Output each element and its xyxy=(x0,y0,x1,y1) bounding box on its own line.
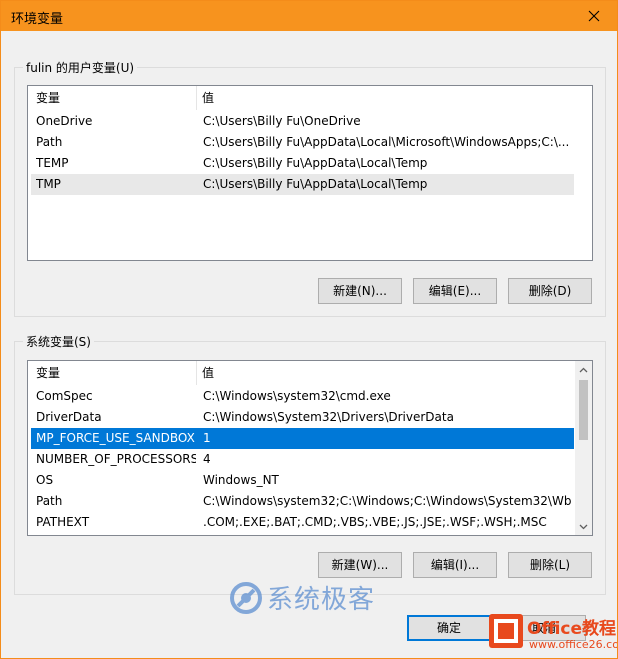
environment-variables-dialog: 环境变量 fulin 的用户变量(U) 变量 值 OneDrive C:\Use… xyxy=(0,0,618,659)
watermark-site-logo: 系统极客 xyxy=(229,579,375,616)
variable-name: OS xyxy=(36,473,54,487)
variable-value: C:\Users\Billy Fu\AppData\Local\Temp xyxy=(203,156,428,170)
table-row[interactable]: PATHEXT .COM;.EXE;.BAT;.CMD;.VBS;.VBE;.J… xyxy=(31,512,574,533)
variable-name: TEMP xyxy=(36,156,69,170)
variable-name: PATHEXT xyxy=(36,515,90,529)
variable-value: C:\Windows\system32;C:\Windows;C:\Window… xyxy=(203,494,571,508)
office-logo-icon xyxy=(489,614,523,648)
table-row[interactable]: OneDrive C:\Users\Billy Fu\OneDrive xyxy=(31,111,574,132)
variable-value: C:\Windows\System32\Drivers\DriverData xyxy=(203,410,454,424)
variable-value: C:\Windows\system32\cmd.exe xyxy=(203,389,391,403)
watermark-office: Office教程网 www.office26.com xyxy=(489,612,617,656)
table-row[interactable]: NUMBER_OF_PROCESSORS 4 xyxy=(31,449,574,470)
watermark-text: 系统极客 xyxy=(267,585,376,615)
scroll-down-button[interactable] xyxy=(575,518,592,535)
variable-value: 1 xyxy=(203,431,211,445)
column-header-value[interactable]: 值 xyxy=(196,86,579,110)
variable-name: Path xyxy=(36,494,63,508)
variable-name: Path xyxy=(36,135,63,149)
variable-name: DriverData xyxy=(36,410,102,424)
variable-name: OneDrive xyxy=(36,114,93,128)
scroll-up-button[interactable] xyxy=(575,361,592,378)
system-variables-label: 系统变量(S) xyxy=(23,333,94,350)
close-button[interactable] xyxy=(571,1,617,31)
variable-value: C:\Users\Billy Fu\OneDrive xyxy=(203,114,361,128)
scrollbar-thumb[interactable] xyxy=(579,380,588,440)
variable-value: Windows_NT xyxy=(203,473,279,487)
column-header-value[interactable]: 值 xyxy=(196,361,579,385)
close-icon xyxy=(588,10,600,22)
watermark-office-url: www.office26.com xyxy=(529,638,617,651)
user-new-button[interactable]: 新建(N)... xyxy=(318,278,402,304)
table-row[interactable]: ComSpec C:\Windows\system32\cmd.exe xyxy=(31,386,574,407)
table-row[interactable]: Path C:\Users\Billy Fu\AppData\Local\Mic… xyxy=(31,132,574,153)
column-header-variable[interactable]: 变量 xyxy=(31,86,196,110)
variable-name: NUMBER_OF_PROCESSORS xyxy=(36,452,196,466)
system-variables-group: 系统变量(S) 变量 值 ComSpec C:\Windows\system32… xyxy=(14,333,606,595)
title-bar[interactable]: 环境变量 xyxy=(1,1,617,31)
user-list-header: 变量 值 xyxy=(28,86,592,110)
table-row-selected[interactable]: MP_FORCE_USE_SANDBOX 1 xyxy=(31,428,574,449)
variable-value: C:\Users\Billy Fu\AppData\Local\Temp xyxy=(203,177,428,191)
system-edit-button[interactable]: 编辑(I)... xyxy=(413,552,497,578)
table-row[interactable]: DriverData C:\Windows\System32\Drivers\D… xyxy=(31,407,574,428)
user-edit-button[interactable]: 编辑(E)... xyxy=(413,278,497,304)
table-row[interactable]: TMP C:\Users\Billy Fu\AppData\Local\Temp xyxy=(31,174,574,195)
site-logo-icon xyxy=(230,581,262,614)
variable-name: ComSpec xyxy=(36,389,93,403)
table-row[interactable]: OS Windows_NT xyxy=(31,470,574,491)
chevron-down-icon xyxy=(579,524,588,529)
variable-name: MP_FORCE_USE_SANDBOX xyxy=(36,431,195,445)
window-title: 环境变量 xyxy=(11,12,64,27)
system-delete-button[interactable]: 删除(L) xyxy=(508,552,592,578)
table-row[interactable]: Path C:\Windows\system32;C:\Windows;C:\W… xyxy=(31,491,574,512)
variable-value: .COM;.EXE;.BAT;.CMD;.VBS;.VBE;.JS;.JSE;.… xyxy=(203,515,547,529)
variable-name: TMP xyxy=(36,177,61,191)
ok-button[interactable]: 确定 xyxy=(407,615,491,641)
table-row[interactable]: TEMP C:\Users\Billy Fu\AppData\Local\Tem… xyxy=(31,153,574,174)
vertical-scrollbar[interactable] xyxy=(575,361,592,535)
user-variables-label: fulin 的用户变量(U) xyxy=(23,59,138,76)
system-list-header: 变量 值 xyxy=(28,361,592,385)
watermark-office-title: Office教程网 xyxy=(527,619,617,639)
chevron-up-icon xyxy=(579,367,588,372)
user-variables-list[interactable]: 变量 值 OneDrive C:\Users\Billy Fu\OneDrive… xyxy=(27,85,593,261)
system-variables-list[interactable]: 变量 值 ComSpec C:\Windows\system32\cmd.exe… xyxy=(27,360,593,536)
user-delete-button[interactable]: 删除(D) xyxy=(508,278,592,304)
system-new-button[interactable]: 新建(W)... xyxy=(318,552,402,578)
column-header-variable[interactable]: 变量 xyxy=(31,361,196,385)
variable-value: 4 xyxy=(203,452,211,466)
user-variables-group: fulin 的用户变量(U) 变量 值 OneDrive C:\Users\Bi… xyxy=(14,59,606,317)
variable-value: C:\Users\Billy Fu\AppData\Local\Microsof… xyxy=(203,135,570,149)
